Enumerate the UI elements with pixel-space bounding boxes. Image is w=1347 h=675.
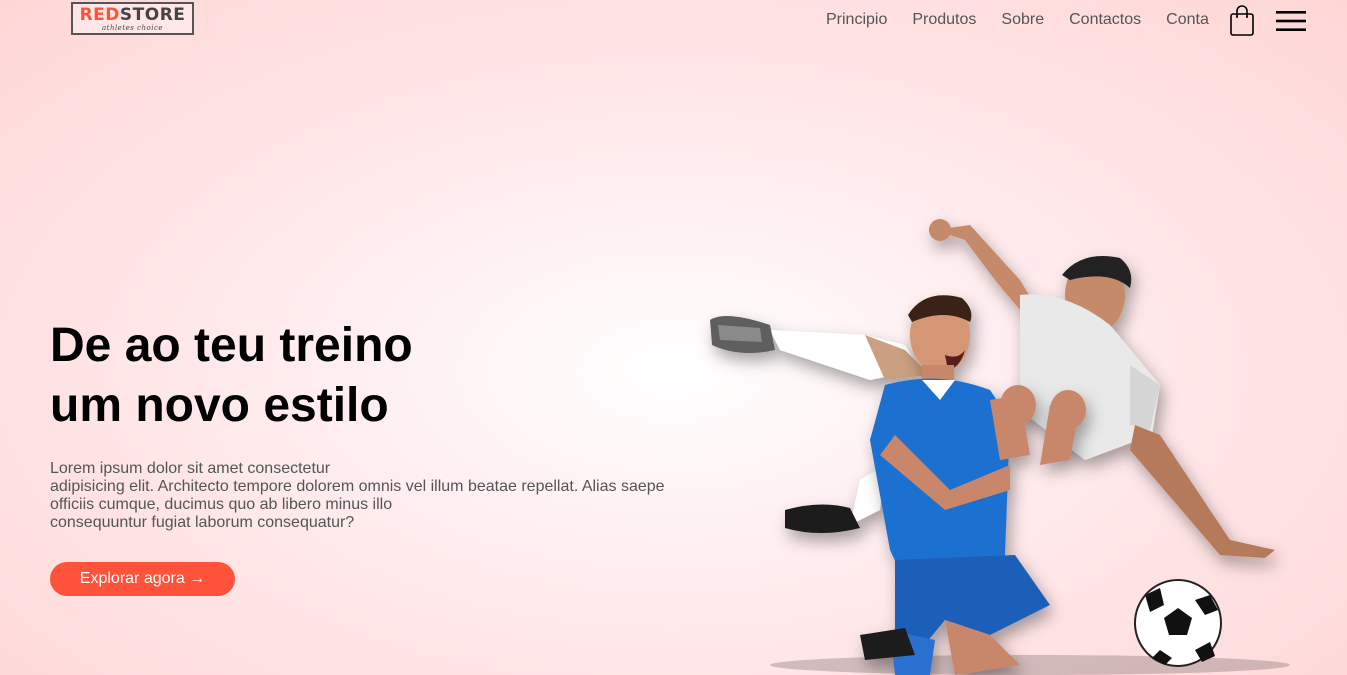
- logo-red-part: RED: [79, 5, 120, 25]
- hero-title-line-1: De ao teu treino: [50, 319, 413, 372]
- football-players-image: [710, 219, 1290, 675]
- explore-now-button[interactable]: Explorar agora →: [50, 562, 235, 596]
- hero-description: Lorem ipsum dolor sit amet consectetur a…: [50, 460, 680, 532]
- hero-text-line-3: officiis cumque, ducimus quo ab libero m…: [50, 496, 393, 513]
- logo-wordmark: REDSTORE: [73, 7, 192, 24]
- hero-title: De ao teu treino um novo estilo: [50, 316, 570, 436]
- navbar: REDSTORE athletes choice Principio Produ…: [0, 0, 1347, 44]
- hero-text-line-2: adipisicing elit. Architecto tempore dol…: [50, 478, 665, 495]
- logo-tagline: athletes choice: [101, 24, 164, 32]
- hamburger-menu-icon[interactable]: [1276, 10, 1306, 32]
- shopping-bag-icon[interactable]: [1229, 5, 1255, 37]
- nav-link-sobre[interactable]: Sobre: [1001, 11, 1044, 29]
- brand-logo[interactable]: REDSTORE athletes choice: [71, 2, 194, 35]
- nav-link-contactos[interactable]: Contactos: [1069, 11, 1141, 29]
- main-nav: Principio Produtos Sobre Contactos Conta: [826, 11, 1234, 29]
- nav-link-conta[interactable]: Conta: [1166, 11, 1209, 29]
- logo-store-part: STORE: [119, 5, 186, 25]
- hero-text-line-1: Lorem ipsum dolor sit amet consectetur: [50, 460, 331, 477]
- soccer-ball: [1134, 579, 1222, 667]
- nav-link-produtos[interactable]: Produtos: [912, 11, 976, 29]
- hero-text-line-4: consequuntur fugiat laborum consequatur?: [50, 514, 355, 531]
- hero-title-line-2: um novo estilo: [50, 379, 389, 432]
- nav-link-principio[interactable]: Principio: [826, 11, 887, 29]
